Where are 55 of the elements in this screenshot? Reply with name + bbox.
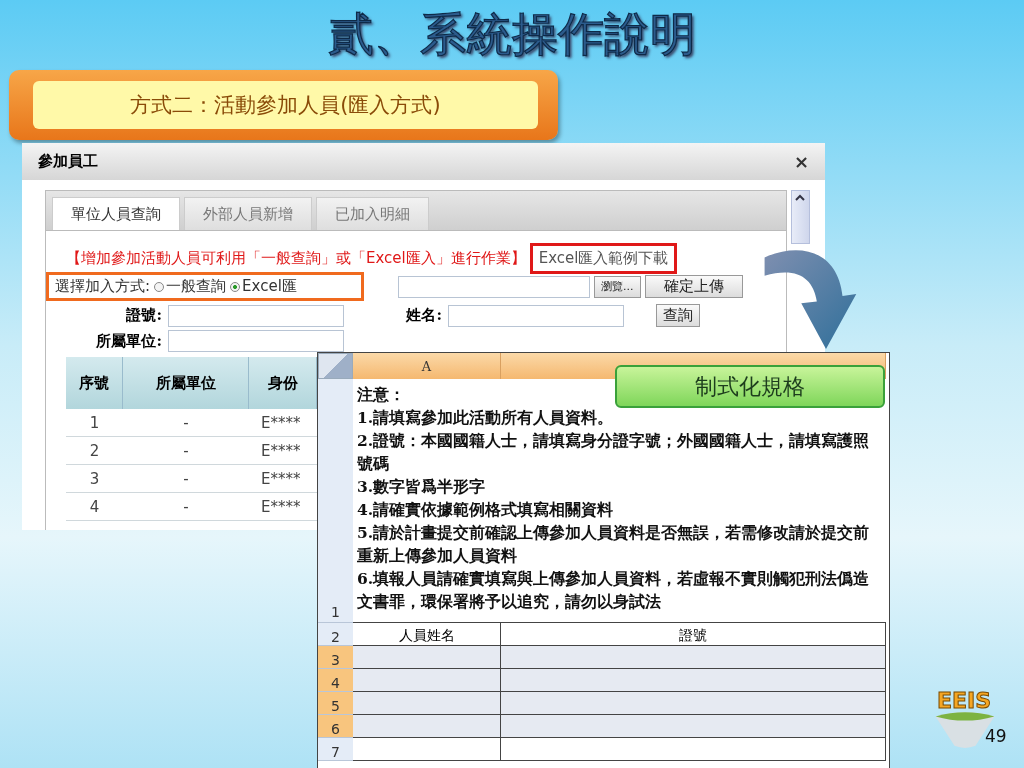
scrollbar[interactable] <box>791 190 810 244</box>
column-header[interactable]: 身份 <box>249 357 317 409</box>
field-label: 所屬單位: <box>95 331 162 351</box>
table-cell: - <box>123 409 249 437</box>
radio-label: Excel匯 <box>242 277 297 296</box>
id-field[interactable] <box>168 304 344 327</box>
column-header[interactable]: A <box>353 353 501 379</box>
table-cell: 3 <box>66 465 123 493</box>
select-all-corner[interactable] <box>318 353 353 379</box>
column-header[interactable]: 序號 <box>66 357 123 409</box>
row-number: 3 <box>318 646 353 669</box>
field-label: 證號: <box>125 306 162 325</box>
unit-field[interactable] <box>168 330 344 352</box>
note-text: 4.請確實依據範例格式填寫相關資料 <box>357 499 614 521</box>
name-field[interactable] <box>448 304 624 327</box>
file-field[interactable] <box>398 275 590 298</box>
logo-text: EEIS <box>937 688 992 713</box>
close-button[interactable]: × <box>793 151 809 172</box>
row-number: 1 <box>318 379 353 623</box>
browse-button[interactable]: 瀏覽... <box>594 275 641 298</box>
radio-label: 一般查詢 <box>166 277 227 296</box>
tab[interactable]: 外部人員新增 <box>184 197 312 230</box>
note-text: 6.填報人員請確實填寫與上傳參加人員資料，若虛報不實則觸犯刑法僞造文書罪，環保署將予以追究，請勿以身試法 <box>357 568 871 613</box>
row-number: 7 <box>318 738 353 761</box>
slide-title: 貳、系統操作說明 <box>327 6 697 63</box>
sample-download-link[interactable]: Excel匯入範例下載 <box>529 243 678 274</box>
table-cell: 4 <box>66 493 123 521</box>
radio-button[interactable] <box>154 281 165 292</box>
row-number: 2 <box>318 623 353 646</box>
table-cell: 1 <box>66 409 123 437</box>
table-cell: 2 <box>66 437 123 465</box>
note-text: 2.證號：本國國籍人士，請填寫身分證字號；外國國籍人士，請填寫護照號碼 <box>357 430 871 475</box>
table-cell: - <box>123 437 249 465</box>
upload-button[interactable]: 確定上傳 <box>644 275 743 298</box>
field-label: 姓名: <box>405 306 442 325</box>
window-title: 參加員工 <box>38 152 98 171</box>
mode-label: 選擇加入方式: <box>55 277 151 296</box>
table-cell: - <box>123 493 249 521</box>
row-number: 6 <box>318 715 353 738</box>
note-text: 1.請填寫參加此活動所有人員資料。 <box>357 407 614 429</box>
note-text: 5.請於計畫提交前確認上傳參加人員資料是否無誤，若需修改請於提交前重新上傳參加人員資料 <box>357 522 871 567</box>
row-number: 4 <box>318 669 353 692</box>
tab[interactable]: 單位人員查詢 <box>52 197 180 230</box>
note-text: 3.數字皆爲半形字 <box>357 476 486 498</box>
row-number: 5 <box>318 692 353 715</box>
column-header[interactable]: 所屬單位 <box>123 357 249 409</box>
note-text: 注意： <box>357 384 405 406</box>
tab[interactable]: 已加入明細 <box>316 197 429 230</box>
radio-button[interactable] <box>230 281 241 292</box>
table-cell: - <box>123 465 249 493</box>
page-number: 49 <box>985 726 1007 746</box>
search-button[interactable]: 查詢 <box>656 304 700 327</box>
callout-text: 方式二：活動參加人員(匯入方式) <box>33 81 538 129</box>
format-label: 制式化規格 <box>615 365 885 408</box>
notice-text: 【增加參加活動人員可利用「一般查詢」或「Excel匯入」進行作業】 <box>66 249 526 268</box>
